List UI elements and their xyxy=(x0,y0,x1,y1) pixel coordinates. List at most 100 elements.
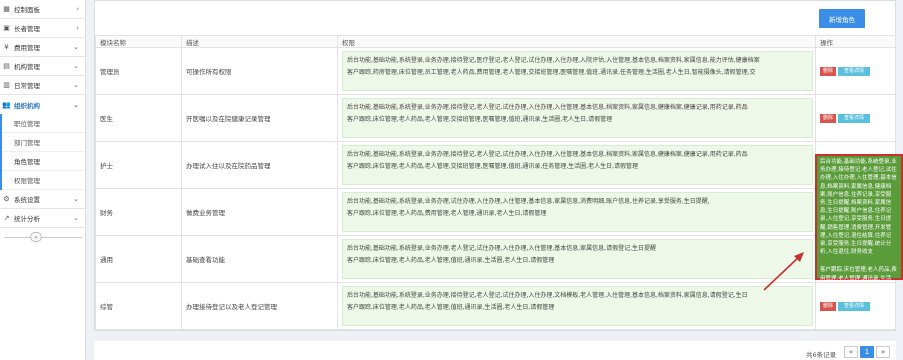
sidebar-item-label: 系统设置 xyxy=(14,196,40,204)
sidebar-subitem-positions[interactable]: 职位管理 xyxy=(2,114,85,133)
delete-button[interactable]: 删除 xyxy=(820,302,836,311)
add-role-button[interactable]: 新增角色 xyxy=(819,9,865,28)
sidebar-item-label: 控制面板 xyxy=(14,6,40,14)
sidebar: ▦ 控制面板 › ▣ 长者管理 › ¥ 费用管理 ⌄ ▤ 机构管理 ⌄ ▥ 日常… xyxy=(0,0,86,360)
chevron-down-icon: ⌄ xyxy=(73,81,79,89)
sidebar-item-daily[interactable]: ▥ 日常管理 ⌄ xyxy=(0,76,85,95)
sidebar-subitem-departments[interactable]: 部门管理 xyxy=(2,133,85,152)
sidebar-item-label: 组织机构 xyxy=(14,101,40,110)
permissions-box: 后台功能,基础功能,系统登录,业务办理,接待登记,医疗登记,老人登记,试住办理,… xyxy=(342,51,813,91)
sidebar-subitem-permissions[interactable]: 权限管理 xyxy=(2,171,85,190)
divider xyxy=(4,237,82,238)
settings-icon: ⚙ xyxy=(3,195,10,203)
role-name: 护士 xyxy=(95,141,182,189)
permissions-text: 后台功能,基础功能,系统登录,业务办理,试住办理,入住办理,入住管理,基本信息,… xyxy=(347,198,710,205)
chevron-down-icon: ⌄ xyxy=(73,62,79,70)
sidebar-item-label: 统计分析 xyxy=(14,215,40,223)
dashboard-icon: ▦ xyxy=(3,5,10,13)
column-header: 模块名称 xyxy=(95,35,182,48)
table-row: 管理员 可操作所有权限 后台功能,基础功能,系统登录,业务办理,接待登记,医疗登… xyxy=(95,47,896,95)
view-details-button[interactable]: 查看详情 xyxy=(838,114,870,123)
chevron-right-icon: › xyxy=(76,24,79,32)
delete-button[interactable]: 删除 xyxy=(820,114,836,123)
permissions-tooltip: 后台功能,基础功能,系统登录,业务办理,接待登记,老人登记,试住办理,入住办理,… xyxy=(815,154,903,290)
permissions-box: 后台功能,基础功能,系统登录,业务办理,接待登记,老人登记,试住办理,入住办理,… xyxy=(342,98,813,138)
permissions-text: 客户跟踪,床位管理,老人药品,费用管理,老人管理,通讯录,老人生日,请假管理 xyxy=(347,210,547,217)
sidebar-item-label: 长者管理 xyxy=(14,25,40,33)
chart-icon: ↗ xyxy=(3,214,10,222)
sidebar-item-elders[interactable]: ▣ 长者管理 › xyxy=(0,19,85,38)
permissions-box: 后台功能,基础功能,系统登录,业务办理,接待登记,老人登记,试住办理,入住办理,… xyxy=(342,286,813,326)
permissions-cell: 后台功能,基础功能,系统登录,业务办理,试住办理,入住办理,入住管理,基本信息,… xyxy=(337,188,816,236)
sidebar-item-label: 日常管理 xyxy=(14,82,40,90)
permissions-box: 后台功能,基础功能,系统登录,业务办理,接待登记,老人登记,试住办理,入住办理,… xyxy=(342,145,813,185)
permissions-text: 客户跟踪,床位管理,老人药品,老人管理,交接班管理,医嘱管理,值班,通讯录,任务… xyxy=(347,163,638,170)
column-header: 权限 xyxy=(337,35,816,48)
chevron-down-icon: ⌄ xyxy=(73,214,79,222)
sidebar-item-organization[interactable]: 👥 组织机构 ⌄ xyxy=(0,95,85,114)
tooltip-text: 后台功能,基础功能,系统登录,业务办理,接待登记,老人登记,试住办理,入住办理,… xyxy=(820,159,897,256)
column-header: 操作 xyxy=(815,35,896,48)
building-icon: ▤ xyxy=(3,62,10,70)
user-icon: ▣ xyxy=(3,24,10,32)
permissions-text: 后台功能,基础功能,系统登录,业务办理,接待登记,老人登记,试住办理,入住办理,… xyxy=(347,151,748,158)
actions-cell: 删除 查看详情 xyxy=(815,47,896,95)
sidebar-item-institution[interactable]: ▤ 机构管理 ⌄ xyxy=(0,57,85,76)
sidebar-subitem-roles[interactable]: 角色管理 xyxy=(2,152,85,171)
role-name: 财务 xyxy=(95,188,182,236)
chevron-right-icon: › xyxy=(76,5,79,13)
permissions-cell: 后台功能,基础功能,系统登录,业务办理,接待登记,老人登记,试住办理,入住办理,… xyxy=(337,141,816,189)
permissions-text: 客户跟踪,床位管理,老人药品,老人管理,值班,通讯录,生活圈,老人生日,请假管理 xyxy=(347,304,555,311)
next-page-button[interactable]: » xyxy=(876,346,890,358)
role-description: 做费业务管理 xyxy=(181,188,338,236)
permissions-cell: 后台功能,基础功能,系统登录,业务办理,接待登记,老人登记,试住办理,入住办理,… xyxy=(337,94,816,142)
sidebar-item-dashboard[interactable]: ▦ 控制面板 › xyxy=(0,0,85,19)
role-description: 基础查看功能 xyxy=(181,235,338,283)
permissions-text: 后台功能,基础功能,系统登录,业务办理,接待登记,老人登记,试住办理,入住办理,… xyxy=(347,292,748,299)
sidebar-item-label: 费用管理 xyxy=(14,44,40,52)
table-header-row: 模块名称 描述 权限 操作 xyxy=(95,35,896,48)
table-row: 护士 办理试入住以及在院药品管理 后台功能,基础功能,系统登录,业务办理,接待登… xyxy=(95,141,896,189)
permissions-text: 后台功能,基础功能,系统登录,业务办理,接待登记,老人登记,试住办理,入住办理,… xyxy=(347,104,748,111)
permissions-text: 客户跟踪,药房管理,床位管理,员工管理,老人药品,费用管理,老人管理,交接班管理… xyxy=(347,69,756,76)
role-description: 办理接待登记以及老人登记管理 xyxy=(181,282,338,330)
role-description: 开医嘱以及在院健康记录管理 xyxy=(181,94,338,142)
role-name: 医生 xyxy=(95,94,182,142)
collapse-sidebar-button[interactable]: « xyxy=(30,232,42,242)
annotation-arrow-icon xyxy=(763,252,804,291)
permissions-cell: 后台功能,基础功能,系统登录,业务办理,接待登记,医疗登记,老人登记,试住办理,… xyxy=(337,47,816,95)
sidebar-item-statistics[interactable]: ↗ 统计分析 ⌄ xyxy=(0,209,85,228)
role-name: 通用 xyxy=(95,235,182,283)
sidebar-item-fees[interactable]: ¥ 费用管理 ⌄ xyxy=(0,38,85,57)
pagination-bar xyxy=(94,341,896,360)
submenu-organization: 职位管理 部门管理 角色管理 权限管理 xyxy=(0,114,85,190)
tooltip-text: 客户跟踪,床位管理,老人药品,费用管理,老人管理,通讯录,生活圈,老人生日,请假… xyxy=(820,267,897,290)
permissions-text: 客户跟踪,床位管理,老人药品,老人管理,交接班管理,医嘱管理,值班,通讯录,生活… xyxy=(347,116,613,123)
record-count: 共6条记录 xyxy=(806,351,837,359)
chevron-down-icon: ⌄ xyxy=(73,100,79,109)
chevron-down-icon: ⌄ xyxy=(73,43,79,51)
view-details-button[interactable]: 查看详情 xyxy=(838,302,870,311)
calendar-icon: ▥ xyxy=(3,81,10,89)
permissions-text: 客户跟踪,床位管理,老人药品,老人管理,值班,通讯录,生活圈,老人生日,请假管理 xyxy=(347,257,555,264)
permissions-box: 后台功能,基础功能,系统登录,业务办理,老人登记,试住办理,入住办理,入住管理,… xyxy=(342,239,813,279)
permissions-cell: 后台功能,基础功能,系统登录,业务办理,接待登记,老人登记,试住办理,入住办理,… xyxy=(337,282,816,330)
prev-page-button[interactable]: « xyxy=(844,346,858,358)
pagination: « 1 » xyxy=(844,346,890,358)
group-icon: 👥 xyxy=(2,100,11,109)
page-1-button[interactable]: 1 xyxy=(860,346,874,358)
yen-icon: ¥ xyxy=(4,43,9,51)
sidebar-item-label: 机构管理 xyxy=(14,63,40,71)
permissions-cell: 后台功能,基础功能,系统登录,业务办理,老人登记,试住办理,入住办理,入住管理,… xyxy=(337,235,816,283)
column-header: 描述 xyxy=(181,35,338,48)
actions-cell: 删除 查看详情 xyxy=(815,94,896,142)
permissions-box: 后台功能,基础功能,系统登录,业务办理,试住办理,入住办理,入住管理,基本信息,… xyxy=(342,192,813,232)
role-description: 办理试入住以及在院药品管理 xyxy=(181,141,338,189)
sidebar-item-settings[interactable]: ⚙ 系统设置 ⌄ xyxy=(0,190,85,209)
table-row: 财务 做费业务管理 后台功能,基础功能,系统登录,业务办理,试住办理,入住办理,… xyxy=(95,188,896,236)
view-details-button[interactable]: 查看详情 xyxy=(838,67,870,76)
role-name: 管理员 xyxy=(95,47,182,95)
delete-button[interactable]: 删除 xyxy=(820,67,836,76)
table-row: 医生 开医嘱以及在院健康记录管理 后台功能,基础功能,系统登录,业务办理,接待登… xyxy=(95,94,896,142)
chevron-down-icon: ⌄ xyxy=(73,195,79,203)
